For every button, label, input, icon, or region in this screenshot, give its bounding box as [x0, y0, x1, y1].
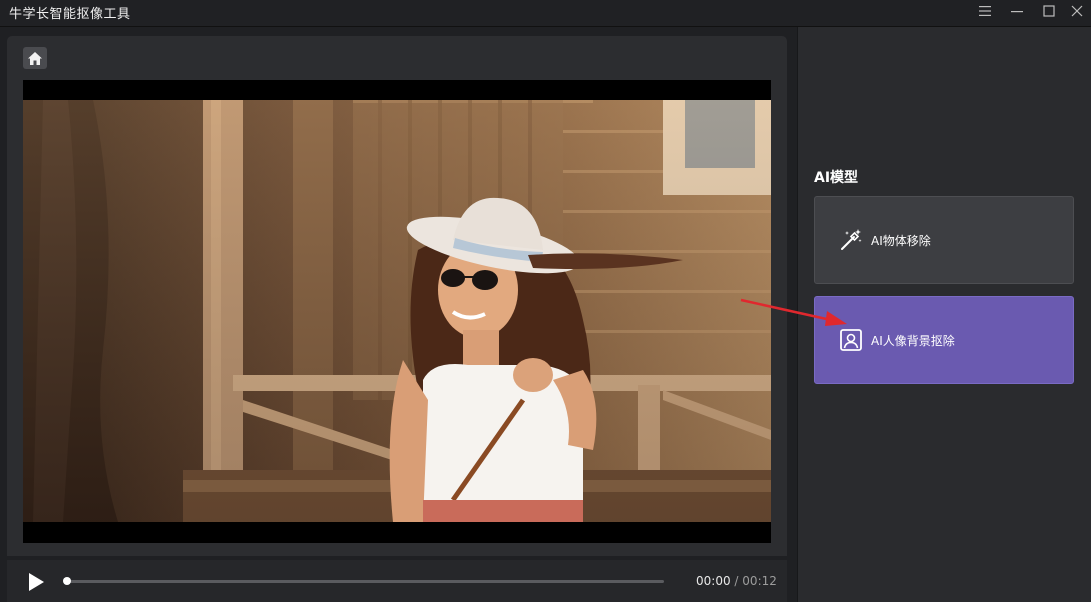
video-preview-panel: [7, 36, 787, 556]
home-button[interactable]: [23, 47, 47, 69]
progress-bar[interactable]: [63, 577, 664, 585]
magic-wand-icon: [839, 228, 863, 252]
portrait-icon: [839, 328, 863, 352]
model-panel: AI模型 AI物体移除 AI人像背景抠除: [797, 27, 1091, 602]
home-icon: [28, 51, 42, 65]
video-canvas[interactable]: [23, 80, 771, 543]
model-card-object-removal[interactable]: AI物体移除: [814, 196, 1074, 284]
progress-handle[interactable]: [63, 577, 71, 585]
title-bar: 牛学长智能抠像工具: [0, 0, 1091, 27]
minimize-icon: [1011, 11, 1023, 13]
time-display: 00:00 / 00:12: [696, 574, 777, 588]
close-icon: [1071, 5, 1083, 17]
model-label-portrait-bg-removal: AI人像背景抠除: [871, 333, 955, 348]
total-time: 00:12: [742, 574, 777, 588]
current-time: 00:00: [696, 574, 731, 588]
app-title: 牛学长智能抠像工具: [9, 7, 131, 22]
hamburger-menu-icon: [979, 6, 991, 16]
model-label-object-removal: AI物体移除: [871, 233, 931, 248]
time-separator: /: [734, 574, 739, 588]
section-title: AI模型: [814, 170, 859, 186]
play-button[interactable]: [27, 572, 45, 592]
minimize-button[interactable]: [1004, 0, 1030, 22]
playback-controls: 00:00 / 00:12: [7, 560, 787, 602]
maximize-button[interactable]: [1036, 0, 1062, 22]
close-button[interactable]: [1064, 0, 1090, 22]
play-icon: [29, 573, 44, 591]
model-card-portrait-bg-removal[interactable]: AI人像背景抠除: [814, 296, 1074, 384]
maximize-icon: [1043, 5, 1055, 17]
menu-button[interactable]: [972, 0, 998, 22]
video-frame-image: [23, 100, 771, 522]
